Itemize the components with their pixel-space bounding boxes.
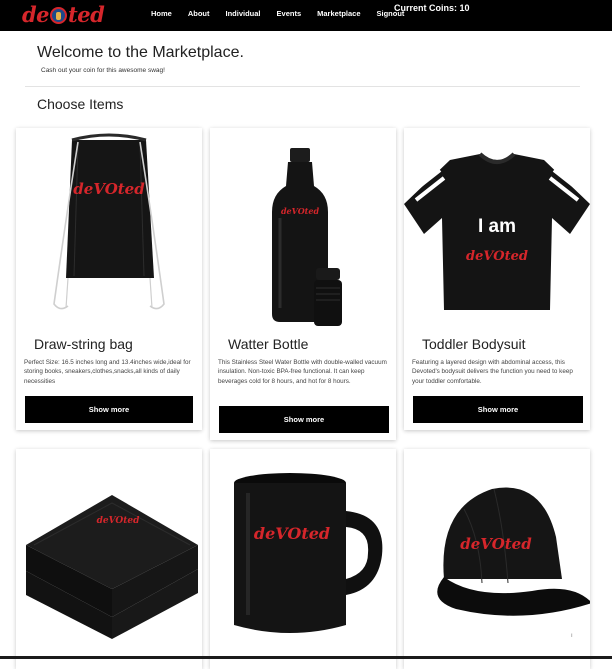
logo-text: de ted: [22, 2, 105, 27]
product-card-cap[interactable]: deVOted: [404, 449, 590, 669]
nav-link-home[interactable]: Home: [151, 9, 172, 18]
product-title: Draw-string bag: [34, 336, 133, 352]
bodysuit-slogan: I am: [478, 216, 516, 237]
mug-brand: deVOted: [254, 524, 330, 543]
nav-links: Home About Individual Events Marketplace…: [151, 0, 420, 26]
logo-globe-icon: [50, 7, 68, 24]
water-bottle-brand: deVOted: [281, 206, 320, 216]
navbar: de ted Home About Individual Events Marke…: [0, 0, 612, 31]
show-more-button[interactable]: Show more: [413, 396, 583, 423]
product-card-towel[interactable]: deVOted: [16, 449, 202, 669]
towel-image: deVOted: [26, 495, 198, 639]
drawstring-bag-brand: deVOted: [73, 180, 145, 198]
product-description: Featuring a layered design with abdomina…: [412, 359, 573, 385]
product-description: This Stainless Steel Water Bottle with d…: [218, 359, 387, 385]
product-title: Watter Bottle: [228, 336, 309, 352]
product-card-drawstring-bag[interactable]: deVOted Draw-string bag Perfect Size: 16…: [16, 128, 202, 430]
water-bottle-image: deVOted: [272, 148, 342, 326]
section-title: Choose Items: [37, 96, 124, 112]
stray-mark: ı: [571, 633, 573, 639]
product-description: Perfect Size: 16.5 inches long and 13.4i…: [24, 359, 191, 385]
toddler-bodysuit-image: I am deVOted: [404, 152, 590, 310]
cap-image: deVOted: [437, 487, 590, 616]
nav-link-individual[interactable]: Individual: [226, 9, 261, 18]
show-more-button[interactable]: Show more: [219, 406, 389, 433]
product-card-water-bottle[interactable]: deVOted Watter Bottle This Stainless Ste…: [210, 128, 396, 440]
bodysuit-brand: deVOted: [466, 249, 528, 264]
page-title: Welcome to the Marketplace.: [37, 44, 244, 61]
product-card-mug[interactable]: deVOted: [210, 449, 396, 669]
towel-brand: deVOted: [97, 516, 141, 526]
mug-image: deVOted: [234, 473, 383, 633]
show-more-button[interactable]: Show more: [25, 396, 193, 423]
nav-link-about[interactable]: About: [188, 9, 210, 18]
logo[interactable]: de ted: [22, 3, 140, 27]
nav-link-marketplace[interactable]: Marketplace: [317, 9, 360, 18]
coin-balance: Current Coins: 10: [394, 3, 470, 13]
cap-brand: deVOted: [460, 535, 532, 553]
product-card-toddler-bodysuit[interactable]: I am deVOted Toddler Bodysuit Featuring …: [404, 128, 590, 430]
product-title: Toddler Bodysuit: [422, 336, 526, 352]
header-divider: [25, 86, 580, 87]
drawstring-bag-image: deVOted: [53, 133, 165, 310]
nav-link-events[interactable]: Events: [277, 9, 302, 18]
page-subtitle: Cash out your coin for this awesome swag…: [41, 67, 165, 74]
